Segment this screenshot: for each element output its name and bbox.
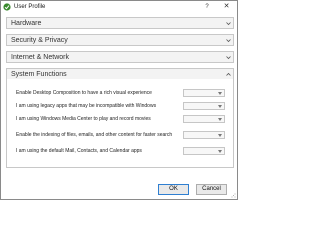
chevron-down-icon <box>226 56 231 60</box>
dialog-footer: OK Cancel <box>1 173 237 199</box>
help-button[interactable]: ? <box>201 2 213 12</box>
mail-contacts-calendar-dropdown[interactable] <box>183 147 225 155</box>
legacy-apps-dropdown[interactable] <box>183 102 225 110</box>
ok-button[interactable]: OK <box>158 184 189 195</box>
window-title: User Profile <box>14 4 46 10</box>
chevron-down-icon <box>226 39 231 43</box>
cancel-button[interactable]: Cancel <box>196 184 227 195</box>
setting-label-legacy-apps: I am using legacy apps that may be incom… <box>16 103 157 109</box>
dropdown-arrow-icon <box>218 92 222 95</box>
chevron-down-icon <box>226 22 231 26</box>
section-internet-network[interactable]: Internet & Network <box>6 51 234 63</box>
setting-label-mail-contacts-calendar: I am using the default Mail, Contacts, a… <box>16 148 142 154</box>
section-label: System Functions <box>11 71 67 78</box>
section-hardware[interactable]: Hardware <box>6 17 234 29</box>
dropdown-arrow-icon <box>218 105 222 108</box>
close-button[interactable]: ✕ <box>220 2 233 12</box>
dropdown-arrow-icon <box>218 118 222 121</box>
indexing-dropdown[interactable] <box>183 131 225 139</box>
section-label: Internet & Network <box>11 54 69 61</box>
setting-label-indexing: Enable the indexing of files, emails, an… <box>16 132 173 138</box>
desktop-composition-dropdown[interactable] <box>183 89 225 97</box>
section-label: Hardware <box>11 20 42 27</box>
section-label: Security & Privacy <box>11 37 68 44</box>
section-security-privacy[interactable]: Security & Privacy <box>6 34 234 46</box>
dropdown-arrow-icon <box>218 134 222 137</box>
chevron-up-icon <box>226 72 231 76</box>
media-center-dropdown[interactable] <box>183 115 225 123</box>
setting-label-desktop-composition: Enable Desktop Composition to have a ric… <box>16 90 152 96</box>
setting-label-media-center: I am using Windows Media Center to play … <box>16 116 151 122</box>
user-profile-window: User Profile ? ✕ Hardware Security & Pri… <box>0 0 238 200</box>
resize-grip-icon[interactable] <box>231 193 236 198</box>
app-icon <box>3 3 11 11</box>
title-bar[interactable]: User Profile ? ✕ <box>1 1 237 14</box>
dropdown-arrow-icon <box>218 150 222 153</box>
